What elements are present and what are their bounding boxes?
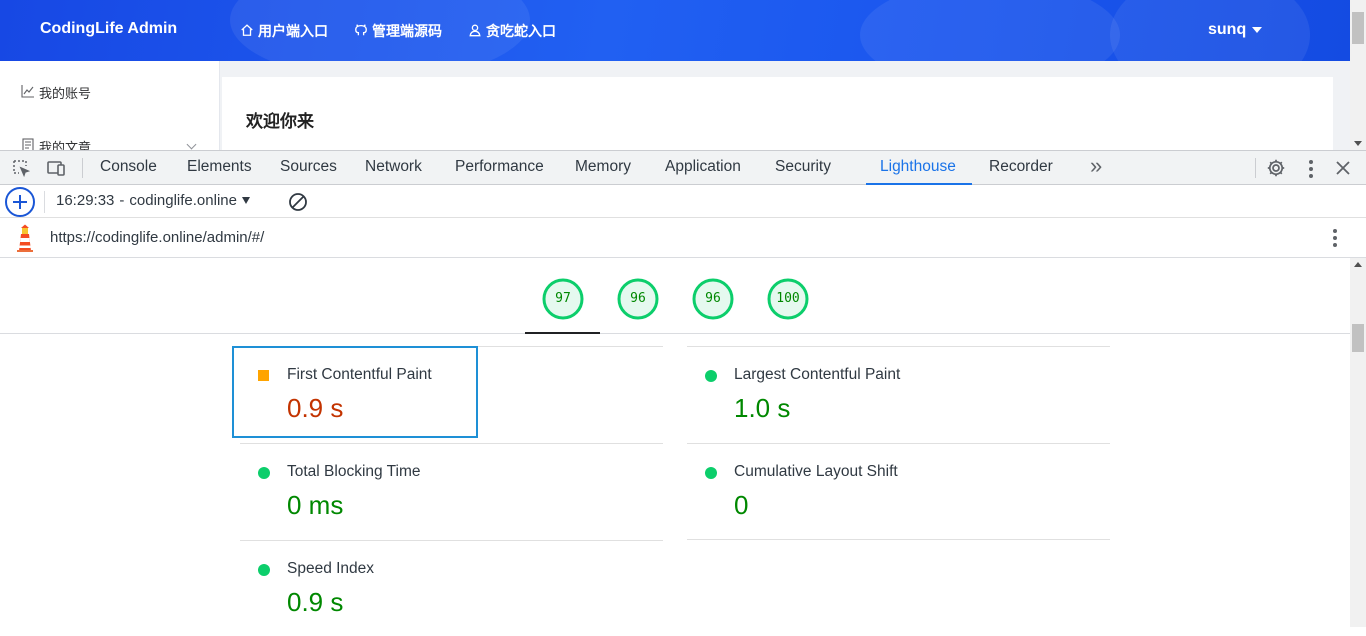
metric-label: Cumulative Layout Shift (734, 463, 898, 480)
highlight-frame (232, 346, 478, 438)
tab-application[interactable]: Application (665, 151, 741, 185)
nav-user-portal[interactable]: 用户端入口 (240, 21, 328, 41)
background-map (860, 0, 1120, 61)
active-gauge-indicator (525, 332, 600, 334)
nav-label: 管理端源码 (372, 23, 442, 39)
sidebar-item-articles[interactable]: 我的文章 (21, 137, 91, 150)
welcome-card: 欢迎你来 (222, 77, 1333, 150)
report-scrollbar[interactable] (1350, 258, 1366, 627)
report-select[interactable]: 16:29:33 - codinglife.online (56, 192, 250, 209)
report-menu-icon[interactable] (1333, 229, 1337, 247)
document-icon (21, 138, 35, 150)
chart-line-icon (21, 84, 35, 101)
tab-separator (1255, 158, 1256, 178)
caret-down-icon (1252, 27, 1263, 33)
score-value: 96 (705, 291, 721, 306)
scroll-up-icon[interactable] (1354, 262, 1362, 267)
score-value: 100 (776, 291, 800, 306)
top-nav: 用户端入口 管理端源码 贪吃蛇入口 (240, 21, 556, 41)
metric-first-contentful-paint[interactable]: First Contentful Paint 0.9 s (232, 346, 663, 442)
devtools-panel: Console Elements Sources Network Perform… (0, 150, 1366, 627)
plus-icon (13, 195, 27, 209)
tab-elements[interactable]: Elements (187, 151, 252, 185)
tab-network[interactable]: Network (365, 151, 422, 185)
lighthouse-toolbar: 16:29:33 - codinglife.online (0, 185, 1366, 218)
sidebar-item-label: 我的账号 (39, 86, 92, 101)
customize-menu-icon[interactable] (1309, 160, 1313, 178)
user-icon (468, 23, 482, 40)
devtools-tabbar: Console Elements Sources Network Perform… (0, 150, 1366, 185)
sidebar: 我的账号 我的文章 (0, 61, 220, 150)
report-url-bar: https://codinglife.online/admin/#/ (0, 218, 1366, 258)
score-gauge-best-practices[interactable]: 96 (692, 278, 734, 320)
sidebar-item-account[interactable]: 我的账号 (21, 83, 91, 102)
metric-value: 0.9 s (287, 587, 344, 617)
username: sunq (1208, 21, 1247, 38)
tab-security[interactable]: Security (775, 151, 831, 185)
report-url[interactable]: https://codinglife.online/admin/#/ (50, 229, 264, 246)
tab-memory[interactable]: Memory (575, 151, 631, 185)
metric-speed-index[interactable]: Speed Index 0.9 s (240, 540, 663, 636)
score-gauge-accessibility[interactable]: 96 (617, 278, 659, 320)
more-tabs-icon[interactable]: » (1090, 151, 1102, 185)
score-gauge-seo[interactable]: 100 (767, 278, 809, 320)
nav-label: 用户端入口 (258, 23, 328, 39)
tab-recorder[interactable]: Recorder (989, 151, 1053, 185)
score-value: 96 (630, 291, 646, 306)
score-value: 97 (555, 291, 571, 306)
pass-circle-icon (258, 564, 270, 576)
scroll-down-icon[interactable] (1354, 141, 1362, 146)
lighthouse-logo-icon (13, 224, 37, 252)
score-gauge-performance[interactable]: 97 (542, 278, 584, 320)
tab-performance[interactable]: Performance (455, 151, 544, 185)
github-icon (354, 23, 368, 40)
divider (687, 539, 1110, 540)
scrollbar-thumb[interactable] (1352, 324, 1364, 352)
metric-value: 0 ms (287, 490, 344, 520)
metric-label: Largest Contentful Paint (734, 366, 901, 383)
app-body: 我的账号 我的文章 欢迎你来 (0, 61, 1350, 150)
tab-lighthouse[interactable]: Lighthouse (866, 151, 972, 185)
tab-console[interactable]: Console (100, 151, 157, 185)
user-menu[interactable]: sunq (1208, 21, 1263, 39)
close-icon[interactable] (1332, 158, 1354, 178)
welcome-title: 欢迎你来 (246, 112, 314, 131)
dropdown-arrow-icon (241, 197, 250, 204)
clear-reports-icon[interactable] (288, 192, 308, 212)
pass-circle-icon (705, 370, 717, 382)
pass-circle-icon (258, 467, 270, 479)
toolbar-separator (44, 191, 45, 213)
metric-value: 1.0 s (734, 393, 791, 423)
score-gauges: 97 96 96 100 (0, 258, 1350, 334)
metric-label: Total Blocking Time (287, 463, 421, 480)
scrollbar-thumb[interactable] (1352, 12, 1364, 44)
page-scrollbar[interactable] (1350, 0, 1366, 150)
tab-sources[interactable]: Sources (280, 151, 337, 185)
metric-cumulative-layout-shift[interactable]: Cumulative Layout Shift 0 (687, 443, 1110, 539)
nav-admin-source[interactable]: 管理端源码 (354, 21, 442, 41)
settings-gear-icon[interactable] (1265, 158, 1287, 178)
home-icon (240, 23, 254, 40)
device-toolbar-icon[interactable] (45, 158, 67, 178)
brand-title[interactable]: CodingLife Admin (40, 20, 177, 38)
report-time: 16:29:33 (56, 192, 115, 209)
chevron-down-icon[interactable] (186, 139, 197, 150)
metric-value: 0.9 s (287, 393, 344, 423)
inspect-element-icon[interactable] (10, 158, 32, 178)
tab-separator (82, 158, 83, 178)
metric-largest-contentful-paint[interactable]: Largest Contentful Paint 1.0 s (687, 346, 1110, 442)
pass-circle-icon (705, 467, 717, 479)
sidebar-item-label: 我的文章 (39, 140, 92, 150)
report-host: codinglife.online (129, 192, 237, 209)
nav-snake-game[interactable]: 贪吃蛇入口 (468, 21, 556, 41)
metric-total-blocking-time[interactable]: Total Blocking Time 0 ms (240, 443, 663, 539)
metric-value: 0 (734, 490, 749, 520)
metric-label: First Contentful Paint (287, 366, 432, 383)
average-square-icon (258, 370, 269, 381)
metric-label: Speed Index (287, 560, 375, 577)
app-header: CodingLife Admin 用户端入口 管理端源码 贪吃蛇入口 sunq (0, 0, 1350, 61)
new-report-button[interactable] (5, 187, 35, 217)
nav-label: 贪吃蛇入口 (486, 23, 556, 39)
